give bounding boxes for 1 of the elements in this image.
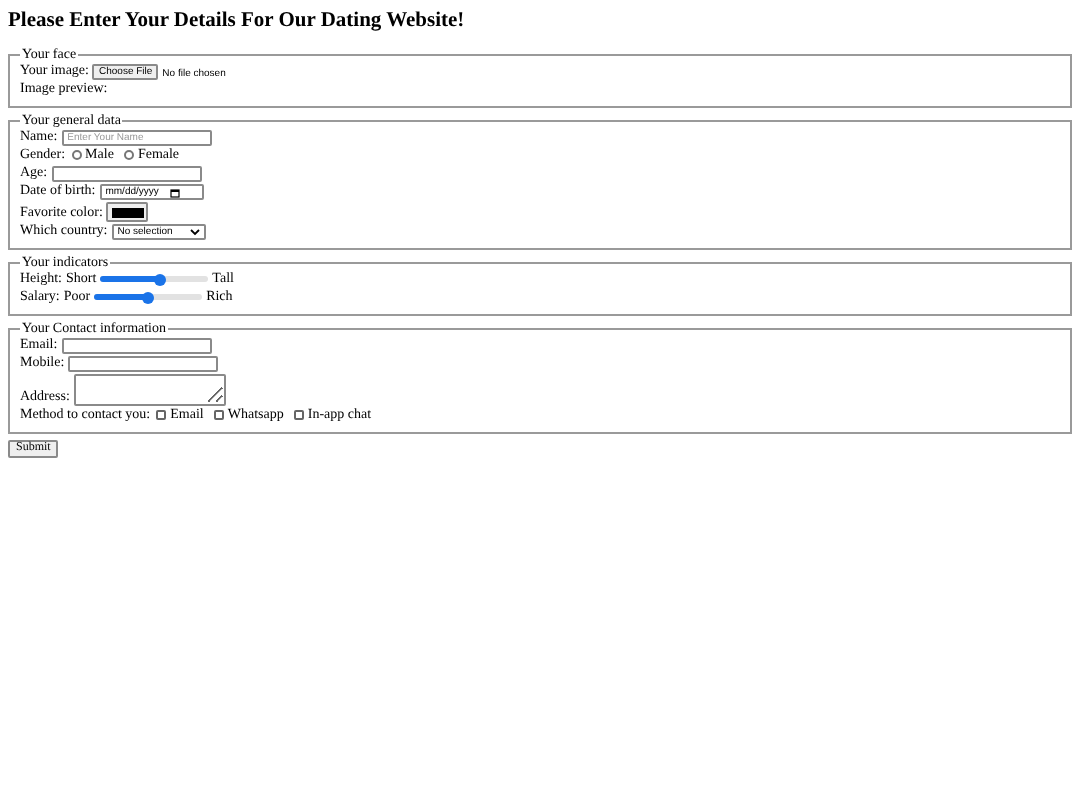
page-title: Please Enter Your Details For Our Dating Website! xyxy=(8,10,467,32)
